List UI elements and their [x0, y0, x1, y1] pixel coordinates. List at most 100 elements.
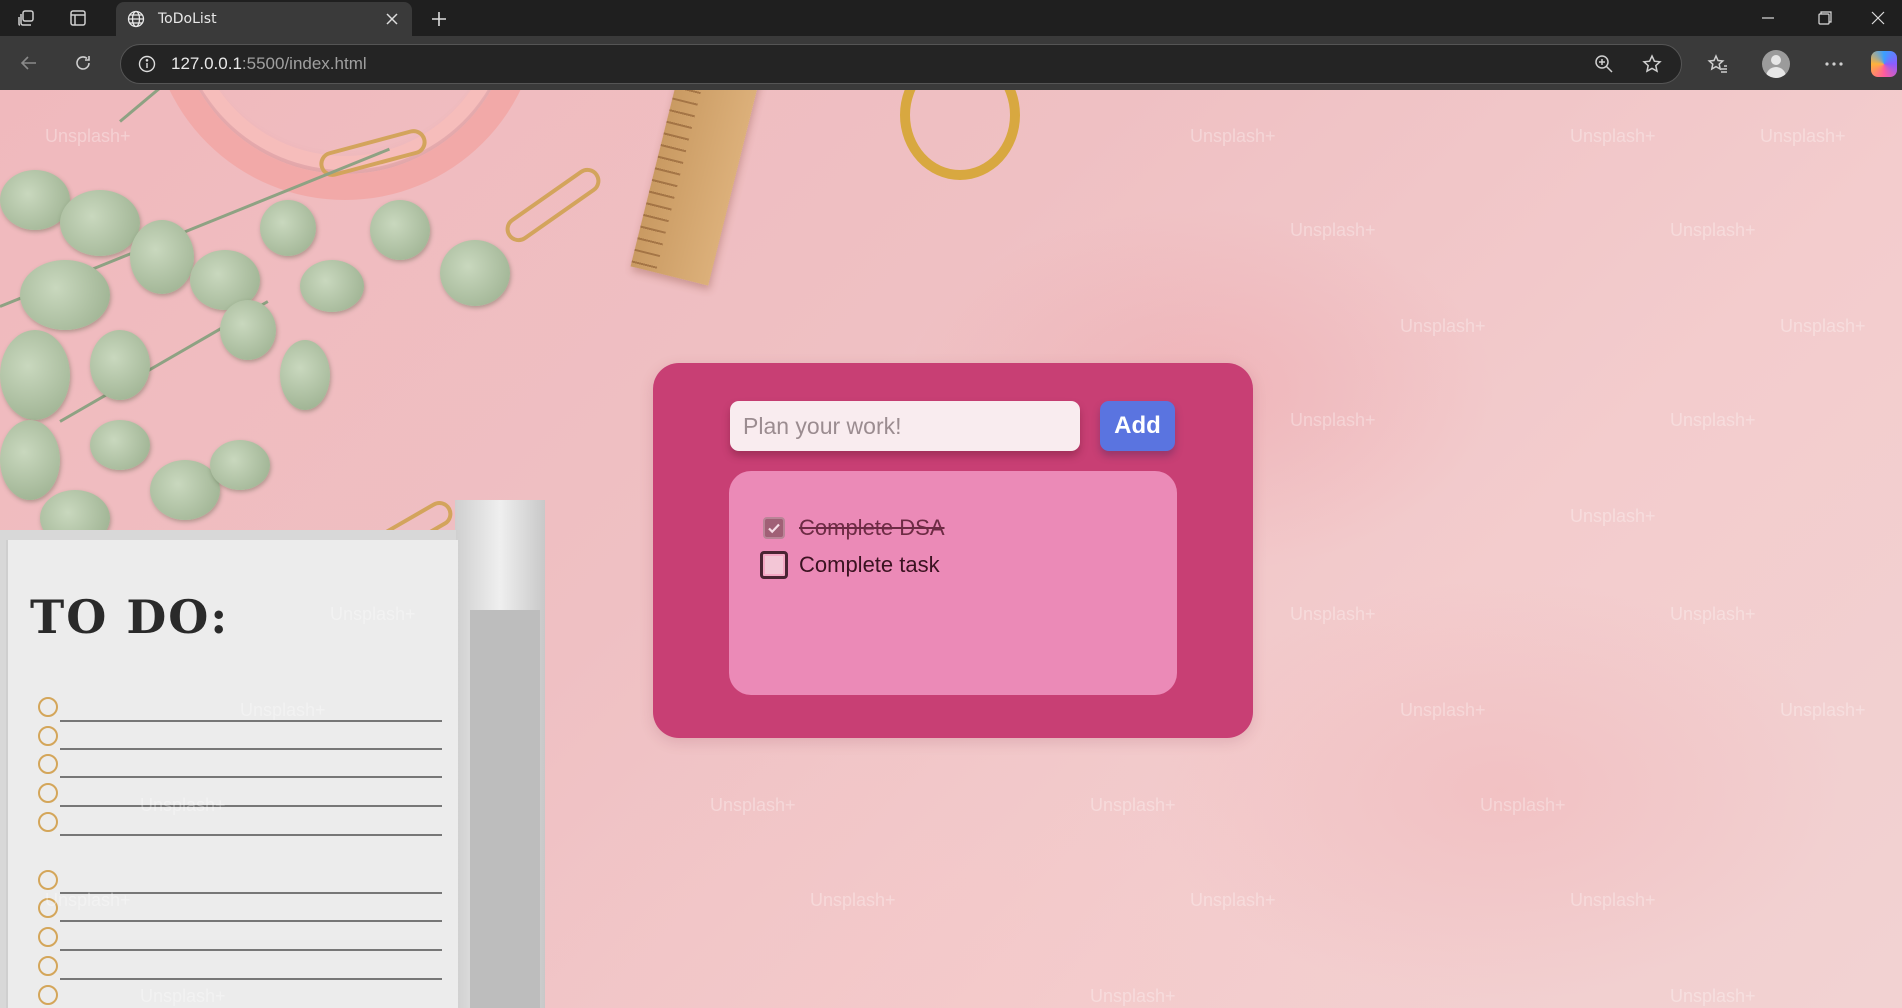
tab-todolist[interactable]: ToDoList: [116, 2, 412, 36]
leaf: [210, 440, 270, 490]
checklist-circle-icon: [38, 726, 58, 746]
close-window-button[interactable]: [1850, 0, 1902, 36]
watermark: Unsplash+: [1670, 604, 1756, 624]
checklist-circle-icon: [38, 927, 58, 947]
avatar-icon: [1762, 50, 1790, 78]
add-button[interactable]: Add: [1100, 401, 1175, 451]
watermark: Unsplash+: [1090, 986, 1176, 1006]
checklist-circle-icon: [38, 985, 58, 1005]
checklist-line: [60, 834, 442, 836]
watermark: Unsplash+: [330, 604, 416, 624]
site-info-icon[interactable]: [135, 52, 159, 76]
watermark: Unsplash+: [1400, 700, 1486, 720]
watermark: Unsplash+: [1090, 795, 1176, 815]
watermark: Unsplash+: [810, 890, 896, 910]
refresh-button[interactable]: [64, 44, 102, 82]
task-label: Complete DSA: [799, 514, 945, 540]
checklist-line: [60, 776, 442, 778]
tab-bar: ToDoList: [0, 0, 1902, 36]
watermark: Unsplash+: [1400, 316, 1486, 336]
watermark: Unsplash+: [1190, 126, 1276, 146]
list-item[interactable]: Complete task: [760, 546, 1177, 583]
leaf: [370, 200, 430, 260]
checklist-circle-icon: [38, 870, 58, 890]
watermark: Unsplash+: [1290, 410, 1376, 430]
leaf: [0, 330, 70, 420]
todo-app-card: Add Complete DSA Complete task: [653, 363, 1253, 738]
url-text: 127.0.0.1:5500/index.html: [171, 54, 1571, 74]
checklist-circle-icon: [38, 812, 58, 832]
watermark: Unsplash+: [1480, 795, 1566, 815]
vertical-tabs-icon[interactable]: [56, 0, 100, 36]
watermark: Unsplash+: [140, 795, 226, 815]
leaf: [280, 340, 330, 410]
watermark: Unsplash+: [1780, 700, 1866, 720]
favorite-star-icon[interactable]: [1637, 49, 1667, 79]
leaf: [0, 420, 60, 500]
copilot-icon[interactable]: [1866, 46, 1902, 82]
watermark: Unsplash+: [1670, 410, 1756, 430]
watermark: Unsplash+: [140, 986, 226, 1006]
more-options-icon[interactable]: [1816, 46, 1852, 82]
task-checkbox-unchecked[interactable]: [760, 550, 788, 579]
watermark: Unsplash+: [1780, 316, 1866, 336]
restore-button[interactable]: [1797, 0, 1853, 36]
checklist-circle-icon: [38, 956, 58, 976]
workspaces-icon[interactable]: [4, 0, 48, 36]
checklist-line: [60, 920, 442, 922]
checklist-circle-icon: [38, 783, 58, 803]
watermark: Unsplash+: [1190, 890, 1276, 910]
leaf: [260, 200, 316, 256]
watermark: Unsplash+: [710, 795, 796, 815]
checklist-line: [60, 748, 442, 750]
watermark: Unsplash+: [1570, 126, 1656, 146]
url-path: :5500/index.html: [241, 54, 367, 73]
leaf: [440, 240, 510, 306]
paperclip-icon: [500, 162, 606, 248]
checklist-line: [60, 949, 442, 951]
checklist-circle-icon: [38, 697, 58, 717]
leaf: [60, 190, 140, 256]
leaf: [220, 300, 276, 360]
watermark: Unsplash+: [45, 890, 131, 910]
task-input[interactable]: [730, 401, 1080, 451]
profile-avatar[interactable]: [1758, 46, 1794, 82]
close-tab-icon[interactable]: [382, 9, 402, 29]
checklist-line: [60, 978, 442, 980]
watermark: Unsplash+: [1290, 220, 1376, 240]
minimize-button[interactable]: [1740, 0, 1796, 36]
watermark: Unsplash+: [1290, 604, 1376, 624]
decorative-ruler: [630, 90, 774, 286]
leaf: [90, 420, 150, 470]
watermark: Unsplash+: [240, 700, 326, 720]
leaf: [130, 220, 194, 294]
back-button[interactable]: [10, 44, 48, 82]
zoom-icon[interactable]: [1589, 49, 1619, 79]
task-checkbox-checked[interactable]: [763, 516, 785, 539]
copilot-logo: [1871, 51, 1897, 77]
url-host: 127.0.0.1: [171, 54, 242, 73]
decorative-scissors: [900, 90, 1020, 180]
browser-toolbar: 127.0.0.1:5500/index.html: [0, 36, 1902, 90]
notepad-holder-shadow: [470, 610, 540, 1008]
watermark: Unsplash+: [1570, 506, 1656, 526]
checklist-circle-icon: [38, 754, 58, 774]
watermark: Unsplash+: [1570, 890, 1656, 910]
leaf: [20, 260, 110, 330]
list-item[interactable]: Complete DSA: [763, 509, 1177, 546]
favorites-icon[interactable]: [1700, 46, 1736, 82]
address-bar[interactable]: 127.0.0.1:5500/index.html: [120, 44, 1682, 84]
notepad-heading: TO DO:: [30, 590, 230, 644]
watermark: Unsplash+: [1670, 220, 1756, 240]
watermark: Unsplash+: [45, 126, 131, 146]
leaf: [300, 260, 364, 312]
globe-icon: [126, 9, 146, 29]
task-list: Complete DSA Complete task: [729, 471, 1177, 695]
task-label: Complete task: [799, 551, 940, 577]
watermark: Unsplash+: [1760, 126, 1846, 146]
checklist-line: [60, 805, 442, 807]
leaf: [90, 330, 150, 400]
watermark: Unsplash+: [1670, 986, 1756, 1006]
new-tab-button[interactable]: [424, 4, 454, 34]
tab-title: ToDoList: [158, 11, 217, 27]
